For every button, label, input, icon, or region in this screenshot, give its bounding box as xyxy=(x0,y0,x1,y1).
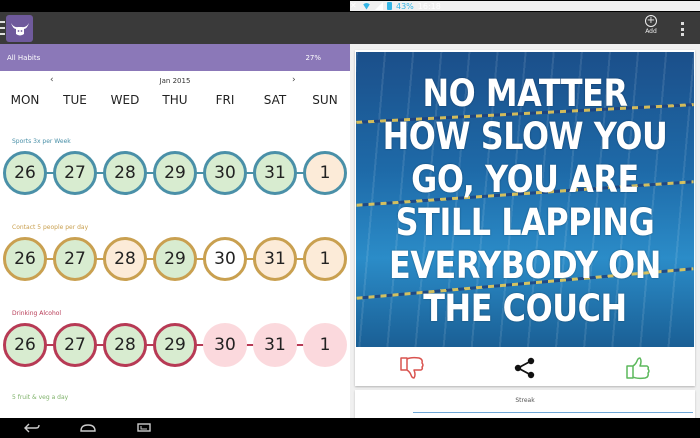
weekday-label: WED xyxy=(110,93,140,107)
habit-week-track: 26 27 28 29 30 31 1 xyxy=(0,151,350,197)
thumbs-down-button[interactable] xyxy=(398,355,426,381)
habit-day-circle[interactable]: 30 xyxy=(203,323,247,367)
habit-day-circle[interactable]: 27 xyxy=(53,323,97,367)
habit-row: Drinking Alcohol 26 27 28 29 30 31 1 xyxy=(0,310,350,369)
status-bar: ✕ 43% 16:18 xyxy=(0,0,700,12)
streak-label: Streak xyxy=(515,397,535,404)
back-button[interactable] xyxy=(20,421,44,435)
habit-name[interactable]: Contact 5 people per day xyxy=(0,224,350,234)
habit-day-circle[interactable]: 31 xyxy=(253,323,297,367)
weekday-label: FRI xyxy=(215,93,235,107)
recents-icon xyxy=(137,423,151,432)
quote-line: EVERYBODY ON xyxy=(389,244,661,287)
add-label: Add xyxy=(645,28,657,35)
motivation-pane: NO MATTER HOW SLOW YOU GO, YOU ARE STILL… xyxy=(350,44,700,420)
habit-row: Contact 5 people per day 26 27 28 29 30 31 1 xyxy=(0,224,350,283)
habit-day-circle[interactable]: 28 xyxy=(103,237,147,281)
habit-day-circle[interactable]: 29 xyxy=(153,151,197,195)
weekday-label: TUE xyxy=(63,93,87,107)
share-icon xyxy=(514,357,535,379)
habit-day-circle[interactable]: 31 xyxy=(253,237,297,281)
motivation-quote: NO MATTER HOW SLOW YOU GO, YOU ARE STILL… xyxy=(380,72,671,330)
wifi-icon xyxy=(362,2,371,10)
app-root: ✕ 43% 16:18 + Add All Habits 27% ‹ Jan 2… xyxy=(0,0,700,438)
habit-name[interactable]: Sports 3x per Week xyxy=(0,138,350,148)
back-icon xyxy=(24,423,40,433)
motivation-actions xyxy=(355,350,695,386)
add-habit-button[interactable]: + Add xyxy=(640,15,662,41)
overflow-menu-icon[interactable] xyxy=(679,22,685,36)
share-button[interactable] xyxy=(511,355,539,381)
weekday-header: MON TUE WED THU FRI SAT SUN xyxy=(0,89,350,111)
habit-day-circle[interactable]: 29 xyxy=(153,237,197,281)
quote-line: STILL LAPPING xyxy=(395,201,655,244)
plus-circle-icon: + xyxy=(645,15,657,27)
bull-icon xyxy=(10,22,29,35)
habit-day-circle[interactable]: 31 xyxy=(253,151,297,195)
month-title: Jan 2015 xyxy=(159,77,191,85)
motivation-image: NO MATTER HOW SLOW YOU GO, YOU ARE STILL… xyxy=(356,52,694,347)
habit-day-circle[interactable]: 27 xyxy=(53,151,97,195)
thumbs-down-icon xyxy=(400,356,424,379)
recents-button[interactable] xyxy=(132,421,156,435)
habit-week-track: 26 27 28 29 30 31 1 xyxy=(0,323,350,369)
thumbs-up-button[interactable] xyxy=(624,355,652,381)
weekday-label: MON xyxy=(10,93,40,107)
weekday-label: SAT xyxy=(263,93,287,107)
habit-day-circle[interactable]: 29 xyxy=(153,323,197,367)
habit-name[interactable]: 5 fruit & veg a day xyxy=(0,394,350,404)
next-month-icon[interactable]: › xyxy=(292,75,296,85)
quote-line: THE COUCH xyxy=(423,287,627,330)
habit-day-circle[interactable]: 26 xyxy=(3,237,47,281)
mute-icon: ✕ xyxy=(350,1,357,10)
habit-day-circle[interactable]: 27 xyxy=(53,237,97,281)
habit-day-circle[interactable]: 1 xyxy=(303,151,347,195)
habit-day-circle[interactable]: 30 xyxy=(203,151,247,195)
all-habits-percent: 27% xyxy=(305,53,321,62)
habit-day-circle[interactable]: 1 xyxy=(303,237,347,281)
battery-level: 43% xyxy=(396,1,414,11)
habit-name[interactable]: Drinking Alcohol xyxy=(0,310,350,320)
weekday-label: THU xyxy=(162,93,188,107)
habit-row: 5 fruit & veg a day xyxy=(0,394,350,404)
habit-day-circle[interactable]: 26 xyxy=(3,323,47,367)
all-habits-label: All Habits xyxy=(7,53,41,62)
home-icon xyxy=(80,424,96,432)
battery-icon xyxy=(387,2,392,10)
habits-pane: All Habits 27% ‹ Jan 2015 › MON TUE WED … xyxy=(0,44,350,418)
weekday-label: SUN xyxy=(312,93,338,107)
app-logo[interactable] xyxy=(6,15,33,42)
habit-row: Sports 3x per Week 26 27 28 29 30 31 1 xyxy=(0,138,350,197)
habit-day-circle[interactable]: 26 xyxy=(3,151,47,195)
thumbs-up-icon xyxy=(626,357,650,380)
habit-week-track: 26 27 28 29 30 31 1 xyxy=(0,237,350,283)
quote-line: GO, YOU ARE xyxy=(411,158,639,201)
month-navigator: ‹ Jan 2015 › xyxy=(0,71,350,89)
action-bar: + Add xyxy=(0,12,700,44)
signal-icon xyxy=(375,2,383,10)
home-button[interactable] xyxy=(76,421,100,435)
streak-card: Streak xyxy=(355,390,695,420)
streak-chart-line xyxy=(413,412,693,413)
habit-day-circle[interactable]: 30 xyxy=(203,237,247,281)
all-habits-bar[interactable]: All Habits 27% xyxy=(0,44,350,71)
habit-day-circle[interactable]: 28 xyxy=(103,151,147,195)
quote-line: NO MATTER xyxy=(422,72,628,115)
clock: 16:18 xyxy=(417,1,441,11)
habit-day-circle[interactable]: 1 xyxy=(303,323,347,367)
navigation-bar xyxy=(0,418,700,438)
quote-line: HOW SLOW YOU xyxy=(382,115,668,158)
habit-day-circle[interactable]: 28 xyxy=(103,323,147,367)
motivation-card: NO MATTER HOW SLOW YOU GO, YOU ARE STILL… xyxy=(355,50,695,386)
